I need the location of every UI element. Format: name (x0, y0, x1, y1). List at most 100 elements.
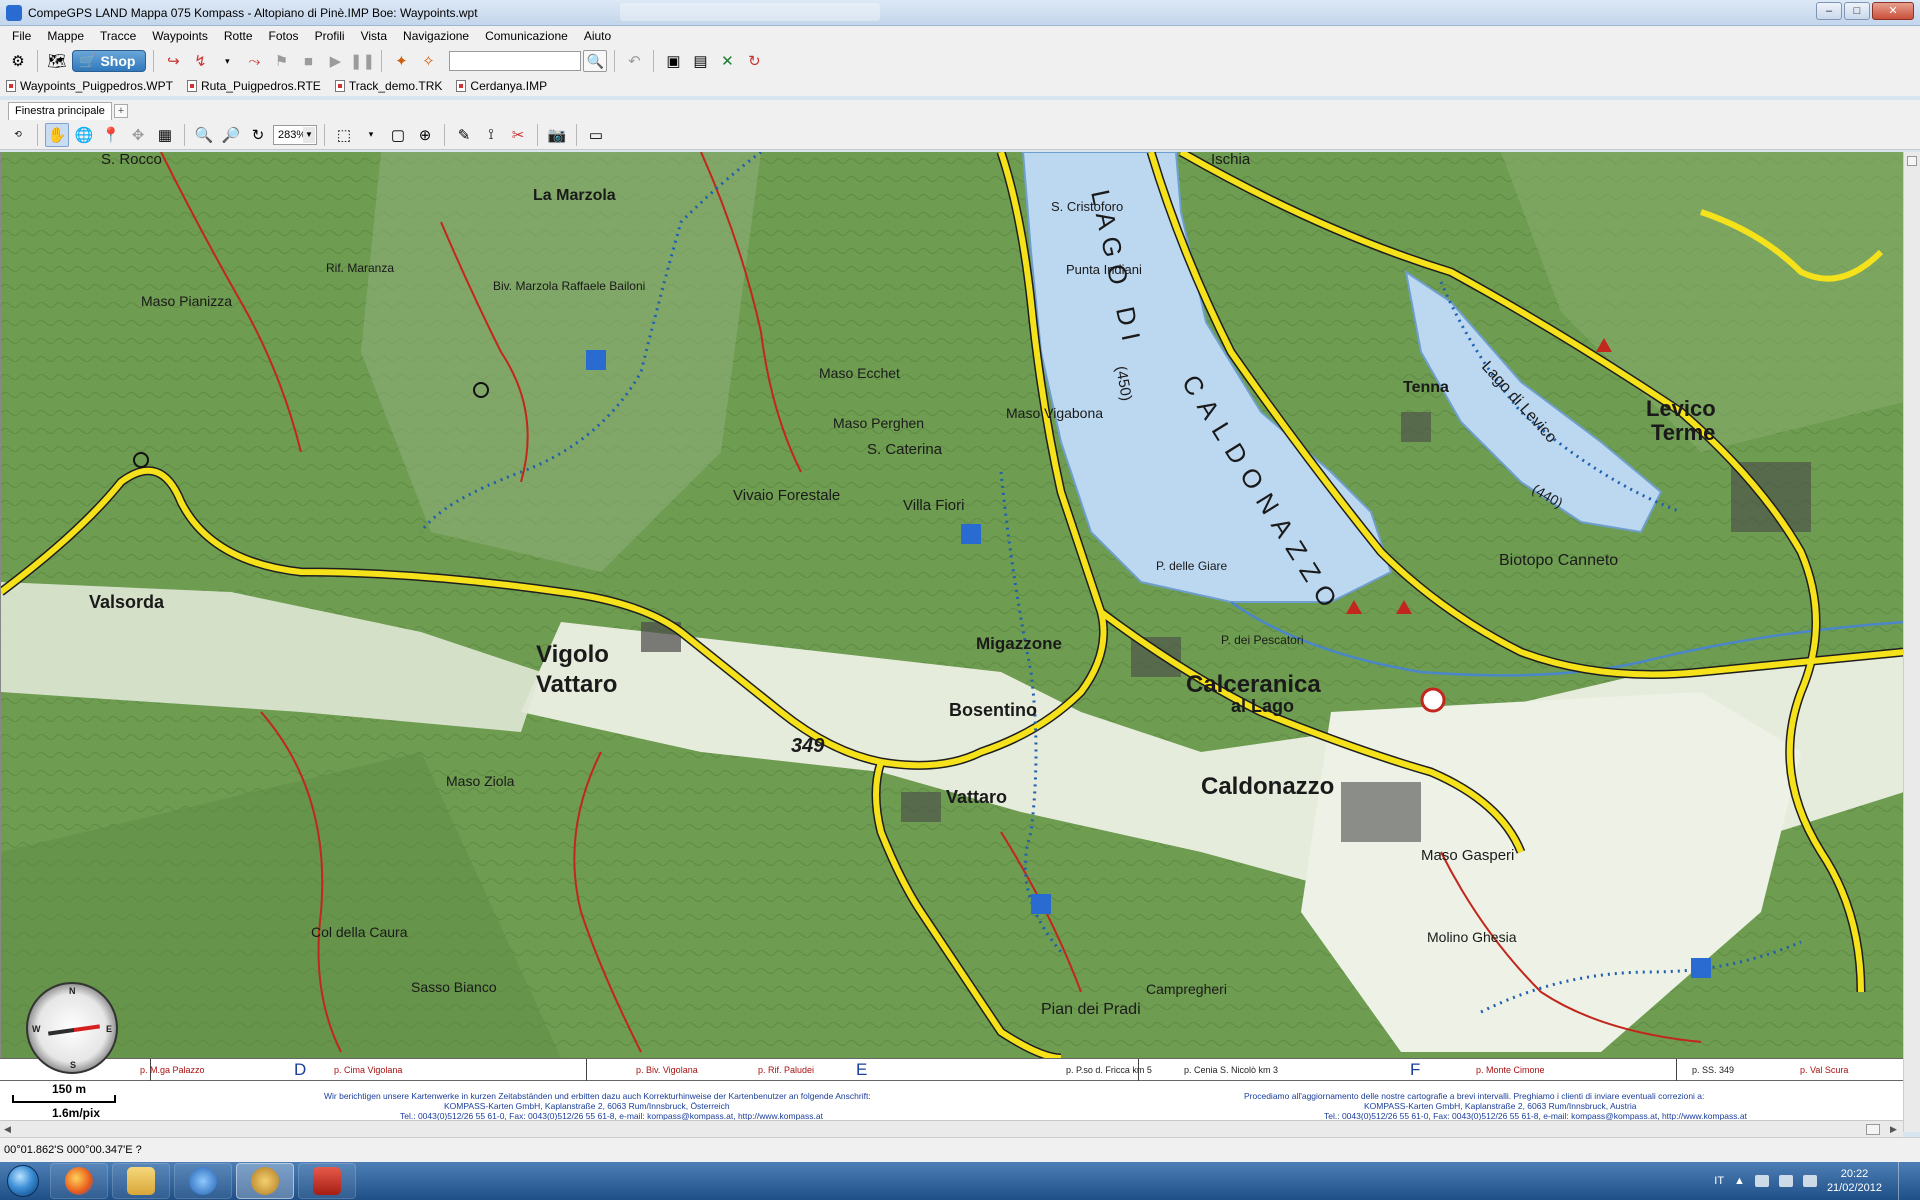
play-icon[interactable]: ▶ (323, 49, 347, 73)
search-input[interactable] (449, 51, 582, 71)
menu-waypoints[interactable]: Waypoints (144, 26, 216, 46)
open-files-bar: Waypoints_Puigpedros.WPT Ruta_Puigpedros… (0, 76, 1920, 96)
zoom-select[interactable]: 283% ▼ (273, 124, 317, 145)
horizontal-scrollbar[interactable]: ◀ ▶ (0, 1120, 1903, 1137)
menu-aiuto[interactable]: Aiuto (576, 26, 619, 46)
connect-icon[interactable]: ↻ (742, 49, 766, 73)
volume-tray-icon[interactable] (1802, 1175, 1817, 1187)
file-map[interactable]: Cerdanya.IMP (456, 79, 547, 93)
waypoint-edit-icon[interactable]: ✧ (416, 49, 440, 73)
flag-icon[interactable]: ⚑ (269, 49, 293, 73)
route-icon[interactable]: ⤳ (242, 49, 266, 73)
menu-profili[interactable]: Profili (307, 26, 353, 46)
flag-tray-icon[interactable] (1754, 1175, 1769, 1187)
show-desktop-button[interactable] (1898, 1162, 1910, 1200)
add-tab-button[interactable]: + (114, 104, 128, 118)
scroll-left-icon[interactable]: ◀ (4, 1124, 11, 1135)
move-icon[interactable]: ✥ (126, 123, 150, 147)
comment-icon[interactable]: ✎ (452, 123, 476, 147)
minimize-button[interactable]: – (1816, 2, 1842, 20)
taskbar-explorer[interactable] (112, 1163, 170, 1199)
topographic-map[interactable]: LAGO DI CALDONAZZO (450) Lago di Levico … (1, 152, 1903, 1058)
menu-tracce[interactable]: Tracce (92, 26, 144, 46)
grid-tick (586, 1059, 587, 1081)
taskbar-clock[interactable]: 20:22 21/02/2012 (1827, 1167, 1882, 1195)
gps-device-icon[interactable]: ▣ (661, 49, 685, 73)
compass-w: W (32, 1024, 41, 1034)
vertical-scrollbar[interactable] (1903, 152, 1920, 1132)
label-maso-perghen: Maso Perghen (833, 415, 924, 431)
search-icon[interactable]: 🔍 (583, 50, 608, 72)
file-waypoints[interactable]: Waypoints_Puigpedros.WPT (6, 79, 173, 93)
settings-icon[interactable]: ⚙ (6, 49, 30, 73)
tray-expand-icon[interactable]: ▲ (1734, 1175, 1745, 1187)
label-maso-pianizza: Maso Pianizza (141, 293, 232, 309)
shop-button[interactable]: 🛒 Shop (72, 50, 147, 72)
close-button[interactable]: ✕ (1872, 2, 1914, 20)
pin-icon[interactable]: 📍 (99, 123, 123, 147)
toolbar-separator (324, 123, 325, 146)
compass-icon[interactable]: N S E W (26, 982, 118, 1074)
menu-mappe[interactable]: Mappe (39, 26, 92, 46)
lasso-icon[interactable]: ⟟ (479, 123, 503, 147)
start-button[interactable] (0, 1162, 46, 1200)
hand-pan-icon[interactable]: ✋ (45, 122, 69, 147)
taskbar-media-player[interactable] (174, 1163, 232, 1199)
taskbar-compegps[interactable] (236, 1163, 294, 1199)
menu-file[interactable]: File (4, 26, 39, 46)
open-track-icon[interactable]: ↯ (188, 49, 212, 73)
cut-track-icon[interactable]: ✂ (506, 123, 530, 147)
horizontal-scroll-thumb[interactable] (1866, 1124, 1880, 1135)
toolbar-separator (537, 123, 538, 146)
label-ischia: Ischia (1211, 152, 1251, 168)
menu-comunicazione[interactable]: Comunicazione (477, 26, 576, 46)
photo-icon[interactable]: 📷 (545, 123, 569, 147)
zoom-100-icon[interactable]: ⟲ (6, 123, 30, 147)
zoom-out-icon[interactable]: 🔍 (192, 123, 216, 147)
tab-finestra-principale[interactable]: Finestra principale (8, 102, 112, 120)
vattaro-buildings (901, 792, 941, 822)
menu-fotos[interactable]: Fotos (261, 26, 307, 46)
waypoint-icon[interactable]: ✦ (389, 49, 413, 73)
caldonazzo-buildings (1341, 782, 1421, 842)
select-area-icon[interactable]: ⬚ (332, 123, 356, 147)
map-view-icon[interactable]: ▢ (386, 123, 410, 147)
taskbar-firefox[interactable] (50, 1163, 108, 1199)
label-vivaio: Vivaio Forestale (733, 487, 840, 504)
label-vigolo: Vigolo (536, 641, 609, 668)
excel-export-icon[interactable]: ✕ (715, 49, 739, 73)
scroll-right-icon[interactable]: ▶ (1890, 1124, 1897, 1135)
maximize-button[interactable]: □ (1844, 2, 1870, 20)
menu-vista[interactable]: Vista (353, 26, 395, 46)
window-icon[interactable]: ▭ (584, 123, 608, 147)
undo-icon[interactable]: ↶ (622, 49, 646, 73)
zoom-refresh-icon[interactable]: ↻ (246, 123, 270, 147)
measure-icon[interactable]: ▦ (153, 123, 177, 147)
send-device-icon[interactable]: ▤ (688, 49, 712, 73)
file-route[interactable]: Ruta_Puigpedros.RTE (186, 79, 321, 93)
track-dropdown-icon[interactable]: ▾ (215, 49, 239, 73)
vertical-scroll-thumb[interactable] (1907, 156, 1917, 166)
toolbar-separator (614, 50, 616, 72)
stop-icon[interactable]: ■ (296, 49, 320, 73)
taskbar-acrobat[interactable] (298, 1163, 356, 1199)
network-tray-icon[interactable] (1778, 1175, 1793, 1187)
label-tenna: Tenna (1403, 379, 1449, 396)
bike-icon (1691, 958, 1711, 978)
menu-navigazione[interactable]: Navigazione (395, 26, 477, 46)
zoom-in-icon[interactable]: 🔎 (219, 123, 243, 147)
label-villa-fiori: Villa Fiori (903, 497, 964, 514)
grid-letter-f: F (1410, 1060, 1421, 1079)
map-layers-icon[interactable]: 🗺 (45, 49, 69, 73)
globe-icon[interactable]: 🌐 (72, 123, 96, 147)
dropdown-arrow-icon[interactable]: ▾ (359, 123, 383, 147)
file-track[interactable]: Track_demo.TRK (334, 79, 442, 93)
locate-icon[interactable]: ⊕ (413, 123, 437, 147)
language-indicator[interactable]: IT (1714, 1175, 1724, 1187)
new-track-icon[interactable]: ↪ (161, 49, 185, 73)
map-canvas[interactable]: LAGO DI CALDONAZZO (450) Lago di Levico … (0, 152, 1903, 1058)
menu-rotte[interactable]: Rotte (216, 26, 261, 46)
notice-line: Wir berichtigen unsere Kartenwerke in ku… (324, 1091, 871, 1101)
pause-icon[interactable]: ❚❚ (350, 49, 375, 73)
notice-line: KOMPASS-Karten GmbH, Kaplanstraße 2, 606… (444, 1101, 730, 1111)
